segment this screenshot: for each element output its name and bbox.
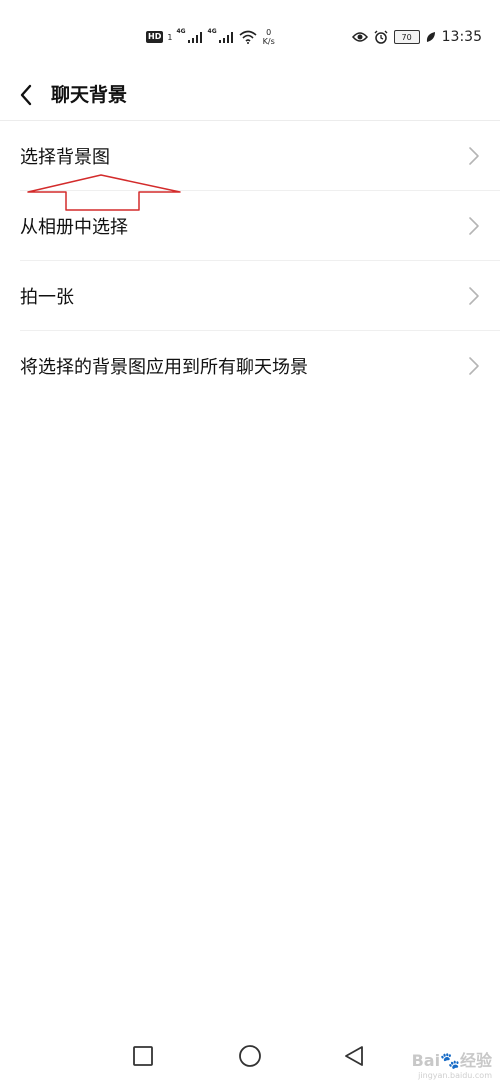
network-speed: 0 K/s	[263, 28, 275, 46]
recent-apps-icon[interactable]	[131, 1044, 155, 1068]
status-bar: HD 1 4G 4G 0 K/s 70 13:35	[0, 0, 500, 70]
speed-unit: K/s	[262, 37, 275, 46]
eye-icon	[351, 32, 368, 42]
wifi-icon	[239, 30, 257, 44]
sim1-network-label: 4G	[176, 27, 186, 35]
battery-icon: 70	[393, 30, 420, 44]
leaf-icon	[426, 32, 435, 42]
signal-icon	[187, 32, 202, 43]
list-item-apply-to-all-chats[interactable]: 将选择的背景图应用到所有聊天场景	[0, 331, 500, 401]
sim-number: 1	[167, 32, 173, 42]
list-item-take-photo[interactable]: 拍一张	[0, 261, 500, 331]
home-icon[interactable]	[238, 1044, 262, 1068]
list-item-label: 选择背景图	[20, 147, 110, 168]
watermark-logo: Bai🐾经验 jingyan.baidu.com	[412, 1047, 492, 1080]
watermark-text: Bai🐾经验	[411, 1051, 492, 1070]
back-button[interactable]	[13, 80, 39, 110]
chevron-right-icon	[469, 287, 479, 305]
app-header: 聊天背景	[0, 70, 500, 121]
status-left-icons: HD 1 4G 4G 0 K/s	[146, 24, 275, 50]
alarm-icon	[374, 30, 388, 44]
speed-value: 0	[266, 28, 272, 37]
chevron-right-icon	[469, 357, 479, 375]
hd-badge: HD	[146, 31, 164, 43]
chevron-left-icon	[20, 84, 32, 106]
system-nav-bar: Bai🐾经验 jingyan.baidu.com	[0, 1028, 500, 1084]
battery-level: 70	[401, 32, 412, 42]
list-item-label: 拍一张	[20, 287, 74, 308]
annotation-arrow	[27, 174, 181, 211]
page-title: 聊天背景	[51, 84, 128, 106]
sim2-network-label: 4G	[207, 27, 217, 35]
back-nav-icon[interactable]	[342, 1044, 366, 1068]
status-right-icons: 70 13:35	[351, 26, 482, 48]
chevron-right-icon	[469, 217, 479, 235]
watermark-subtext: jingyan.baidu.com	[418, 1071, 492, 1080]
settings-list: 选择背景图 从相册中选择 拍一张 将选择的背景图应用到所有聊天场景	[0, 121, 500, 401]
list-item-label: 将选择的背景图应用到所有聊天场景	[20, 357, 308, 378]
clock: 13:35	[441, 29, 482, 45]
chevron-right-icon	[469, 147, 479, 165]
signal-icon	[218, 32, 233, 43]
